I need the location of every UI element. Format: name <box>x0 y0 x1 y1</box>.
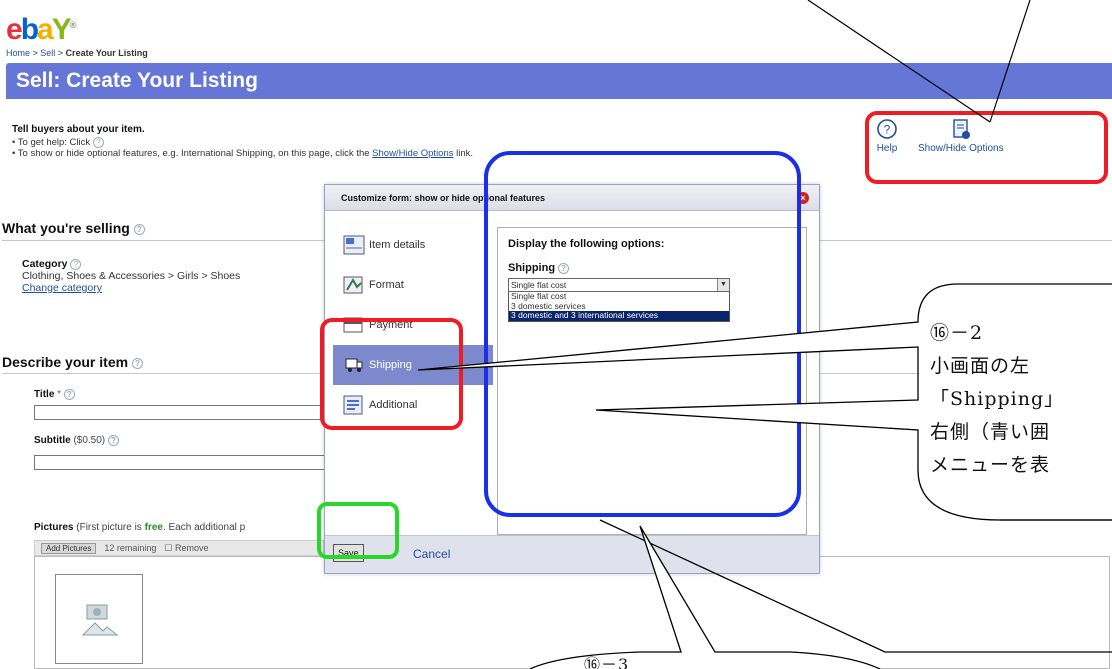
help-icon[interactable]: ? <box>63 389 75 400</box>
pictures-label: Pictures (First picture is free. Each ad… <box>34 522 245 533</box>
highlight-toolbar-box <box>865 111 1108 184</box>
callout-text-line: メニューを表 <box>930 454 1051 476</box>
highlight-options-box <box>484 151 801 517</box>
describe-heading-text: Describe your item <box>2 354 129 370</box>
highlight-save-box <box>317 502 399 559</box>
subtitle-fee: ($0.50) <box>73 435 106 447</box>
remove-button[interactable]: ☐ Remove <box>164 543 208 554</box>
change-category-link[interactable]: Change category <box>22 282 102 294</box>
page-title-bar: Sell: Create Your Listing <box>6 63 1112 99</box>
dialog-footer: Save Cancel <box>325 535 819 573</box>
callout-text-line: 小画面の左 <box>930 355 1031 377</box>
callout-pointer-line <box>989 0 1031 123</box>
pictures-note-rest: . Each additional p <box>162 522 246 533</box>
title-label-text: Title <box>34 389 55 401</box>
remove-checkbox-icon: ☐ <box>164 542 173 553</box>
ebay-logo[interactable]: ebaY® <box>6 10 76 45</box>
intro-help-text: To get help: Click <box>17 137 91 149</box>
breadcrumb-sell[interactable]: Sell <box>40 48 55 58</box>
pictures-label-text: Pictures <box>34 522 74 533</box>
pictures-toolbar: Add Pictures 12 remaining ☐ Remove <box>34 540 324 556</box>
logo-trademark: ® <box>69 20 77 30</box>
subtitle-label-text: Subtitle <box>34 435 71 447</box>
pictures-remaining: 12 remaining <box>104 543 157 553</box>
pictures-note: (First picture is <box>76 522 142 533</box>
help-icon[interactable]: ? <box>133 223 145 235</box>
category-label: Category <box>22 258 68 270</box>
breadcrumb-separator: > <box>55 48 66 58</box>
highlight-shipping-box <box>320 318 463 430</box>
logo-letter: Y <box>51 13 72 46</box>
subtitle-input[interactable] <box>34 455 334 470</box>
section-heading-describe: Describe your item ? <box>2 354 143 370</box>
add-pictures-button[interactable]: Add Pictures <box>41 542 97 554</box>
cancel-link[interactable]: Cancel <box>413 547 450 561</box>
category-path: Clothing, Shoes & Accessories > Girls > … <box>22 270 241 282</box>
intro-options-suffix: link. <box>456 148 474 160</box>
intro-text: Tell buyers about your item. To get help… <box>12 124 473 159</box>
sidebar-item-item-details[interactable]: Item details <box>333 225 493 265</box>
format-icon <box>343 276 363 294</box>
help-icon[interactable]: ? <box>92 137 104 148</box>
item-details-icon <box>343 235 365 255</box>
callout-text-line: 右側（青い囲 <box>930 421 1051 443</box>
intro-options-line: To show or hide optional features, e.g. … <box>12 148 473 159</box>
breadcrumb-separator: > <box>30 48 41 58</box>
breadcrumb: Home > Sell > Create Your Listing <box>6 48 148 58</box>
sidebar-item-format[interactable]: Format <box>333 265 493 305</box>
breadcrumb-current: Create Your Listing <box>65 48 148 58</box>
help-icon[interactable]: ? <box>107 435 119 446</box>
sidebar-item-label: Format <box>369 279 404 291</box>
title-input[interactable] <box>34 405 334 420</box>
selling-heading-text: What you're selling <box>2 220 130 236</box>
pictures-free: free <box>144 522 163 533</box>
title-label: Title * ? <box>34 389 75 400</box>
logo-letter: b <box>20 13 39 46</box>
intro-options-text: To show or hide optional features, e.g. … <box>17 148 370 160</box>
camera-placeholder-icon <box>81 604 119 636</box>
show-hide-options-link[interactable]: Show/Hide Options <box>372 148 453 159</box>
callout-text-line: 「Shipping」 <box>930 388 1065 410</box>
page-title: Sell: Create Your Listing <box>16 69 258 92</box>
help-icon[interactable]: ? <box>70 258 82 270</box>
intro-lead: Tell buyers about your item. <box>12 124 145 135</box>
callout-pointer-line <box>807 0 991 123</box>
section-heading-selling: What you're selling ? <box>2 220 145 236</box>
intro-help-line: To get help: Click ? <box>12 137 473 148</box>
remove-label: Remove <box>174 542 209 553</box>
subtitle-label: Subtitle ($0.50) ? <box>34 435 119 446</box>
category-block: Category ? Clothing, Shoes & Accessories… <box>22 258 240 294</box>
sidebar-item-label: Item details <box>369 239 426 251</box>
picture-placeholder[interactable] <box>55 574 143 664</box>
callout-number: ⑯－3 <box>584 655 630 669</box>
breadcrumb-home[interactable]: Home <box>6 48 30 58</box>
callout-number: ⑯－2 <box>930 322 984 344</box>
help-icon[interactable]: ? <box>131 357 143 369</box>
logo-letter: e <box>6 13 23 46</box>
logo-letter: a <box>37 13 54 46</box>
required-marker: * <box>57 389 62 401</box>
